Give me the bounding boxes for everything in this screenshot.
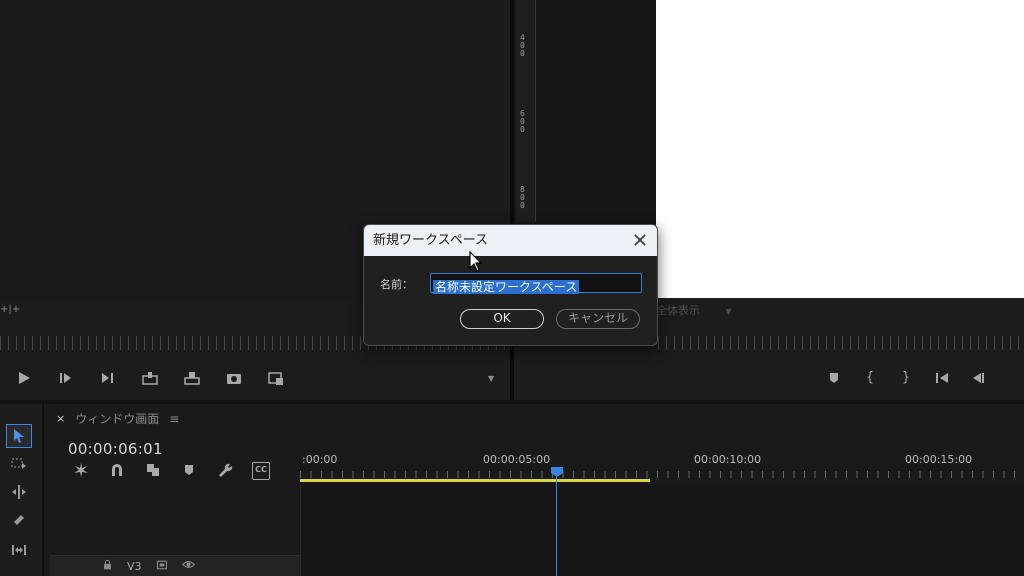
razor-icon[interactable] xyxy=(6,508,32,532)
add-marker-icon[interactable] xyxy=(180,462,198,480)
go-to-in-icon[interactable] xyxy=(934,370,950,386)
in-point-icon[interactable]: { xyxy=(862,370,878,386)
ok-button[interactable]: OK xyxy=(460,309,544,329)
camera-icon[interactable] xyxy=(226,370,242,386)
new-workspace-dialog: 新規ワークスペース 名前： 名称未設定ワークスペース OK キャンセル xyxy=(363,224,658,346)
out-point-icon[interactable]: } xyxy=(898,370,914,386)
name-label: 名前： xyxy=(380,278,413,291)
ruler-label: :00:00 xyxy=(302,453,338,466)
ruler-label: 600 xyxy=(520,109,525,134)
close-icon[interactable] xyxy=(631,231,649,249)
close-tab-icon[interactable]: × xyxy=(56,412,65,425)
slip-icon[interactable] xyxy=(6,538,32,562)
work-area-bar[interactable] xyxy=(300,479,650,482)
fit-value: 全体表示 xyxy=(656,304,700,317)
play-icon[interactable] xyxy=(16,370,32,386)
nest-icon[interactable] xyxy=(72,462,90,480)
fit-dropdown[interactable]: 全体表示 ▼ xyxy=(656,302,746,320)
timeline-timecode[interactable]: 00:00:06:01 xyxy=(68,440,163,458)
snap-icon[interactable] xyxy=(108,462,126,480)
sync-lock-icon[interactable] xyxy=(156,559,168,574)
source-collapse-glyph[interactable]: +|+ xyxy=(0,304,20,315)
name-input-value: 名称未設定ワークスペース xyxy=(433,280,580,294)
ruler-label: 400 xyxy=(520,33,525,58)
timeline-tab-bar: × ウィンドウ画面 ≡ xyxy=(56,410,179,427)
insert-icon[interactable] xyxy=(142,370,158,386)
track-select-icon[interactable] xyxy=(6,452,32,476)
step-back-icon[interactable] xyxy=(970,370,986,386)
button-editor-icon[interactable] xyxy=(268,370,284,386)
timeline-toolbar: CC xyxy=(72,462,270,480)
ruler-label: 00:00:10:00 xyxy=(694,453,762,466)
eye-icon[interactable] xyxy=(181,558,195,574)
ruler-label: 00:00:05:00 xyxy=(483,453,551,466)
dialog-title: 新規ワークスペース xyxy=(364,225,657,256)
marker-icon[interactable] xyxy=(826,370,842,386)
cursor-icon xyxy=(469,250,485,273)
cancel-button[interactable]: キャンセル xyxy=(556,309,640,329)
chevron-down-icon: ▼ xyxy=(725,307,732,316)
ruler-ticks xyxy=(300,471,1024,478)
linked-selection-icon[interactable] xyxy=(144,462,162,480)
workspace-name-input[interactable]: 名称未設定ワークスペース xyxy=(430,273,642,294)
program-ruler[interactable] xyxy=(658,336,1024,350)
overwrite-icon[interactable] xyxy=(184,370,200,386)
tools-panel xyxy=(0,404,44,576)
source-settings-chevron-icon[interactable]: ▼ xyxy=(488,374,494,383)
wrench-icon[interactable] xyxy=(216,462,234,480)
panel-menu-icon[interactable]: ≡ xyxy=(169,412,179,426)
program-video-frame xyxy=(656,0,1024,298)
source-transport xyxy=(16,370,284,386)
go-to-out-icon[interactable] xyxy=(100,370,116,386)
track-area[interactable] xyxy=(300,484,1024,576)
ruler-label: 00:00:15:00 xyxy=(905,453,973,466)
vertical-ruler: 400 600 800 xyxy=(516,0,536,222)
track-label[interactable]: V3 xyxy=(127,560,142,573)
lock-icon[interactable] xyxy=(102,559,113,573)
program-transport: { } xyxy=(826,370,986,386)
ripple-edit-icon[interactable] xyxy=(6,480,32,504)
sequence-tab[interactable]: ウィンドウ画面 xyxy=(75,410,159,427)
captions-icon[interactable]: CC xyxy=(252,462,270,480)
track-header-v3: V3 xyxy=(50,555,300,576)
step-forward-icon[interactable] xyxy=(58,370,74,386)
playhead-line[interactable] xyxy=(556,470,557,576)
ruler-label: 800 xyxy=(520,185,525,210)
selection-tool-icon[interactable] xyxy=(6,424,32,448)
